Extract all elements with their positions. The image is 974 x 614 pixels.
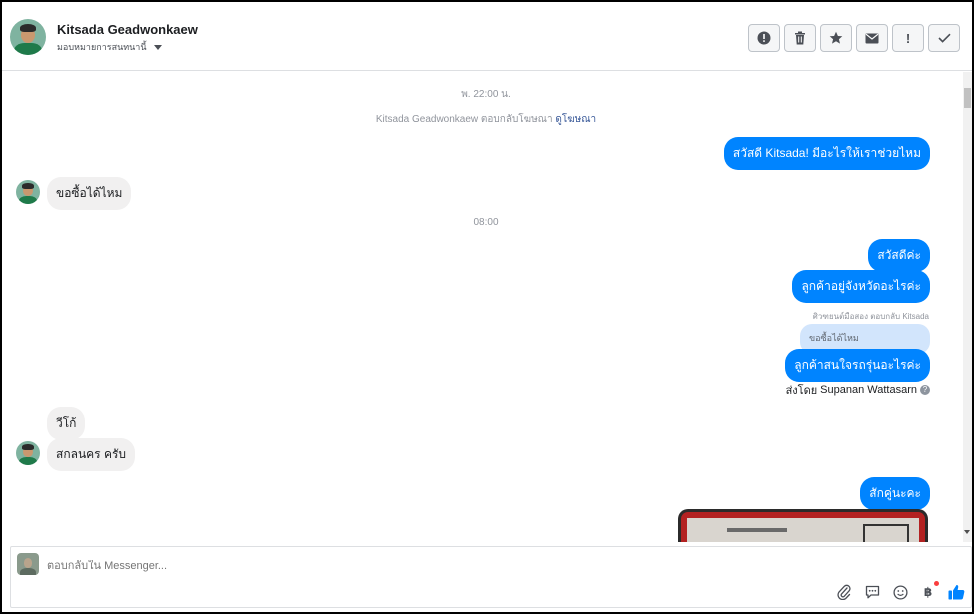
incoming-message[interactable]: ขอซื้อได้ไหม — [47, 177, 132, 210]
attach-button[interactable] — [835, 583, 853, 601]
reply-input[interactable] — [47, 560, 747, 572]
replied-to-note: ศิวฑยนต์มือสอง ตอบกลับ Kitsada — [812, 312, 929, 321]
outgoing-message[interactable]: สักคู่นะคะ — [860, 477, 930, 510]
ad-reply-text: Kitsada Geadwonkaew ตอบกลับโฆษณา — [375, 114, 553, 125]
contact-avatar[interactable] — [10, 19, 46, 55]
view-ad-link[interactable]: ดูโฆษณา — [555, 114, 596, 125]
timestamp: 08:00 — [473, 217, 499, 228]
scrollbar[interactable] — [963, 72, 972, 542]
trash-icon — [795, 31, 805, 45]
smiley-icon — [892, 584, 908, 600]
mark-done-button[interactable] — [928, 24, 960, 52]
conversation-header: Kitsada Geadwonkaew มอบหมายการสนทนานี้ ! — [2, 2, 972, 71]
star-icon — [829, 31, 843, 44]
scroll-down-arrow-icon[interactable] — [964, 530, 970, 534]
emoji-button[interactable] — [891, 583, 909, 601]
paperclip-icon — [837, 584, 851, 600]
assign-conversation-dropdown[interactable]: มอบหมายการสนทนานี้ — [57, 40, 162, 54]
star-button[interactable] — [820, 24, 852, 52]
timestamp: พ. 22:00 น. — [461, 89, 511, 100]
ad-reply-notice: Kitsada Geadwonkaew ตอบกลับโฆษณา ดูโฆษณา — [2, 112, 962, 127]
outgoing-message[interactable]: สวัสดีค่ะ — [868, 239, 930, 272]
check-icon — [937, 33, 951, 43]
caret-down-icon — [153, 44, 162, 50]
incoming-message[interactable]: สกลนคร ครับ — [47, 438, 136, 471]
outgoing-message[interactable]: ลูกค้าอยู่จังหวัดอะไรค่ะ — [792, 270, 930, 303]
saved-replies-button[interactable] — [863, 583, 881, 601]
sent-by-info: ส่งโดย Supanan Wattasarn ? — [786, 381, 930, 399]
baht-icon: ฿ — [923, 585, 933, 599]
sent-by-label: ส่งโดย — [785, 385, 818, 397]
composer-actions: ฿ — [835, 581, 965, 601]
outgoing-message[interactable]: ลูกค้าสนใจรถรุ่นอะไรค่ะ — [785, 349, 930, 382]
envelope-icon — [865, 33, 879, 43]
like-button[interactable] — [947, 583, 965, 601]
image-attachment[interactable] — [678, 509, 928, 542]
delete-button[interactable] — [784, 24, 816, 52]
thumbs-up-icon — [948, 585, 964, 600]
incoming-message[interactable]: วีโก้ — [47, 407, 86, 440]
follow-up-button[interactable]: ! — [892, 24, 924, 52]
sent-by-name: Supanan Wattasarn — [820, 384, 917, 396]
help-icon[interactable]: ? — [920, 385, 930, 395]
alert-circle-icon — [757, 31, 771, 45]
contact-avatar-small[interactable] — [16, 180, 40, 204]
outgoing-message[interactable]: สวัสดี Kitsada! มีอะไรให้เราช่วยไหม — [723, 137, 930, 170]
message-composer: ฿ — [10, 546, 972, 608]
notification-dot — [934, 581, 939, 586]
contact-name[interactable]: Kitsada Geadwonkaew — [57, 22, 198, 37]
assign-label: มอบหมายการสนทนานี้ — [57, 42, 147, 52]
contact-avatar-small[interactable] — [16, 441, 40, 465]
exclamation-icon: ! — [905, 30, 911, 46]
message-thread[interactable]: พ. 22:00 น. Kitsada Geadwonkaew ตอบกลับโ… — [2, 72, 962, 542]
page-avatar — [17, 553, 39, 575]
payment-button[interactable]: ฿ — [919, 581, 939, 601]
mark-spam-button[interactable] — [748, 24, 780, 52]
conversation-toolbar: ! — [748, 24, 960, 52]
mark-unread-button[interactable] — [856, 24, 888, 52]
chat-bubble-icon — [865, 585, 879, 599]
scroll-thumb[interactable] — [964, 88, 971, 108]
